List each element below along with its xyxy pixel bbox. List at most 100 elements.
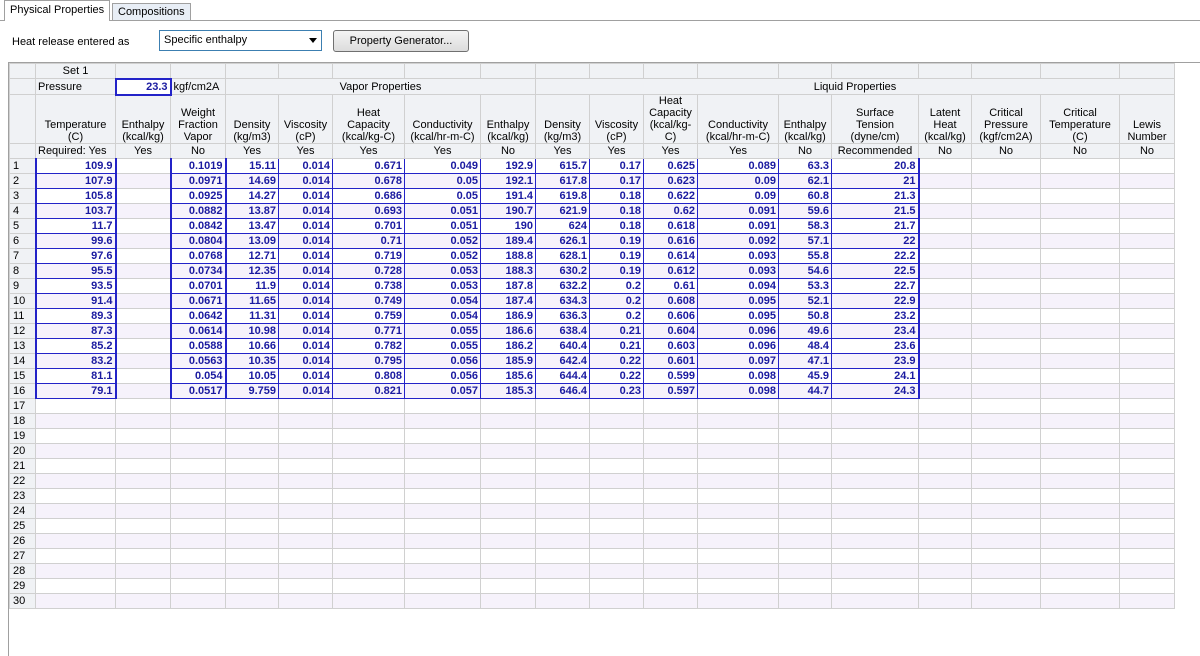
data-cell[interactable]: 91.4: [34, 293, 116, 309]
data-cell[interactable]: [1119, 383, 1175, 399]
data-cell[interactable]: [35, 563, 116, 579]
data-cell[interactable]: [1040, 458, 1120, 474]
data-cell[interactable]: [1119, 293, 1175, 309]
data-cell[interactable]: [170, 398, 226, 414]
data-cell[interactable]: [918, 413, 972, 429]
data-cell[interactable]: 186.2: [480, 338, 536, 354]
data-cell[interactable]: [278, 563, 333, 579]
data-cell[interactable]: [643, 503, 698, 519]
data-cell[interactable]: [697, 443, 779, 459]
data-cell[interactable]: [35, 488, 116, 504]
data-cell[interactable]: 646.4: [535, 383, 590, 399]
data-cell[interactable]: 0.0882: [169, 203, 226, 219]
data-cell[interactable]: [114, 383, 171, 399]
data-cell[interactable]: [115, 488, 171, 504]
data-cell[interactable]: [918, 548, 972, 564]
data-cell[interactable]: [114, 218, 171, 234]
data-cell[interactable]: [170, 533, 226, 549]
data-cell[interactable]: 81.1: [34, 368, 116, 384]
data-cell[interactable]: [114, 248, 171, 264]
data-cell[interactable]: 0.014: [278, 323, 333, 339]
data-cell[interactable]: [225, 488, 279, 504]
data-cell[interactable]: [114, 203, 171, 219]
data-cell[interactable]: [1119, 458, 1175, 474]
data-cell[interactable]: [404, 533, 481, 549]
data-cell[interactable]: 0.0768: [169, 248, 226, 264]
data-cell[interactable]: [170, 413, 226, 429]
data-cell[interactable]: [278, 458, 333, 474]
data-cell[interactable]: [831, 398, 919, 414]
data-cell[interactable]: [1119, 323, 1175, 339]
data-cell[interactable]: [918, 218, 972, 234]
data-cell[interactable]: [1119, 158, 1175, 174]
data-cell[interactable]: [1040, 218, 1120, 234]
data-cell[interactable]: 0.056: [404, 368, 481, 384]
data-cell[interactable]: [115, 548, 171, 564]
data-cell[interactable]: [114, 158, 171, 174]
data-cell[interactable]: [697, 548, 779, 564]
data-cell[interactable]: 0.098: [697, 383, 779, 399]
data-cell[interactable]: 21: [831, 173, 920, 189]
data-cell[interactable]: [918, 233, 972, 249]
data-cell[interactable]: [1119, 578, 1175, 594]
data-cell[interactable]: [114, 263, 171, 279]
data-cell[interactable]: [225, 458, 279, 474]
data-cell[interactable]: 0.096: [697, 338, 779, 354]
data-cell[interactable]: [1119, 593, 1175, 609]
data-cell[interactable]: [114, 293, 171, 309]
data-cell[interactable]: [170, 428, 226, 444]
data-cell[interactable]: 0.22: [589, 353, 644, 369]
data-cell[interactable]: 63.3: [778, 158, 832, 174]
data-cell[interactable]: 0.625: [643, 158, 698, 174]
property-generator-button[interactable]: Property Generator...: [333, 30, 469, 52]
data-cell[interactable]: [971, 398, 1041, 414]
data-cell[interactable]: 0.094: [697, 278, 779, 294]
data-cell[interactable]: 617.8: [535, 173, 590, 189]
data-cell[interactable]: [332, 503, 405, 519]
data-cell[interactable]: 0.618: [643, 218, 698, 234]
data-cell[interactable]: [918, 503, 972, 519]
data-cell[interactable]: [404, 578, 481, 594]
data-cell[interactable]: 0.014: [278, 158, 333, 174]
data-cell[interactable]: [643, 398, 698, 414]
data-cell[interactable]: [918, 338, 972, 354]
data-cell[interactable]: 626.1: [535, 233, 590, 249]
data-cell[interactable]: [480, 488, 536, 504]
data-cell[interactable]: [1040, 368, 1120, 384]
data-cell[interactable]: 0.61: [643, 278, 698, 294]
data-cell[interactable]: [535, 413, 590, 429]
data-cell[interactable]: [278, 578, 333, 594]
data-cell[interactable]: [1040, 473, 1120, 489]
data-cell[interactable]: 11.65: [224, 293, 279, 309]
data-cell[interactable]: [589, 473, 644, 489]
data-cell[interactable]: [115, 458, 171, 474]
data-cell[interactable]: 0.1019: [169, 158, 226, 174]
data-cell[interactable]: [971, 173, 1041, 189]
data-cell[interactable]: 0.759: [332, 308, 405, 324]
data-cell[interactable]: 52.1: [778, 293, 832, 309]
data-cell[interactable]: [918, 173, 972, 189]
data-cell[interactable]: 0.014: [278, 383, 333, 399]
data-cell[interactable]: 0.614: [643, 248, 698, 264]
data-cell[interactable]: [404, 413, 481, 429]
data-cell[interactable]: [971, 218, 1041, 234]
data-cell[interactable]: [225, 578, 279, 594]
data-cell[interactable]: [170, 563, 226, 579]
data-cell[interactable]: [404, 503, 481, 519]
data-cell[interactable]: [332, 413, 405, 429]
data-cell[interactable]: [1040, 173, 1120, 189]
data-cell[interactable]: 0.014: [278, 218, 333, 234]
data-cell[interactable]: [643, 563, 698, 579]
data-cell[interactable]: [831, 563, 919, 579]
data-cell[interactable]: 54.6: [778, 263, 832, 279]
data-cell[interactable]: 20.8: [831, 158, 920, 174]
data-cell[interactable]: [1119, 428, 1175, 444]
data-cell[interactable]: [778, 578, 832, 594]
data-cell[interactable]: [535, 548, 590, 564]
data-cell[interactable]: 0.057: [404, 383, 481, 399]
data-cell[interactable]: 23.6: [831, 338, 920, 354]
data-cell[interactable]: 89.3: [34, 308, 116, 324]
data-cell[interactable]: 640.4: [535, 338, 590, 354]
data-cell[interactable]: 15.11: [224, 158, 279, 174]
data-cell[interactable]: 0.014: [278, 248, 333, 264]
